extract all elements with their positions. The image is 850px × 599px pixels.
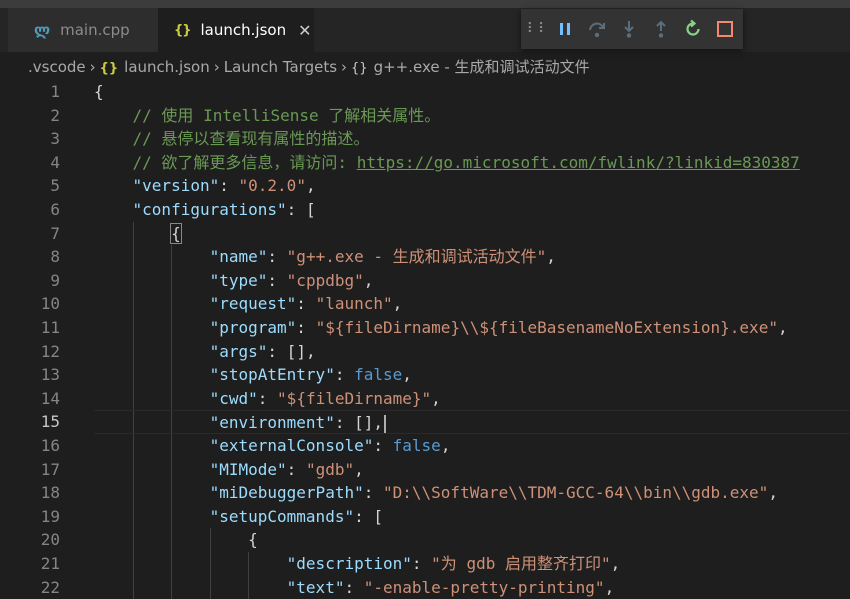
line-number: 5 [50,176,60,196]
tab-label: main.cpp [60,21,130,39]
code-text: "version": "0.2.0", [132,176,316,196]
chevron-right-icon: › [341,58,348,76]
breadcrumb-item[interactable]: g++.exe - 生成和调试活动文件 [374,58,590,76]
line-number: 18 [40,483,60,503]
line-number: 6 [50,200,60,219]
code-text: "environment": [], [94,410,850,434]
code-line[interactable]: 21 "description": "为 gdb 启用整齐打印", [0,552,850,576]
code-text: "externalConsole": false, [94,434,850,458]
code-line[interactable]: 20 { [0,528,850,552]
code-text: // 欲了解更多信息，请访问: https://go.microsoft.com… [132,152,800,172]
code-text: "request": "launch", [94,292,850,316]
stop-icon[interactable] [709,9,741,49]
code-text: "name": "g++.exe - 生成和调试活动文件", [94,245,850,269]
restart-icon[interactable] [677,9,709,49]
line-number: 1 [50,82,60,101]
code-line[interactable]: 11 "program": "${fileDirname}\\${fileBas… [0,316,850,340]
code-text: "text": "-enable-pretty-printing", [94,575,850,599]
code-line[interactable]: 5 "version": "0.2.0", [0,174,850,198]
code-text: { [94,82,104,101]
code-text: "cwd": "${fileDirname}", [94,386,850,411]
code-line[interactable]: 4 // 欲了解更多信息，请访问: https://go.microsoft.c… [0,151,850,175]
breadcrumb-folder[interactable]: .vscode [28,58,86,76]
tab-label: launch.json [200,21,287,39]
code-text: "miDebuggerPath": "D:\\SoftWare\\TDM-GCC… [94,481,850,505]
code-editor[interactable]: 1{2 // 使用 IntelliSense 了解相关属性。 3 // 悬停以查看… [0,80,850,599]
code-text: { [94,221,850,246]
code-line[interactable]: 3 // 悬停以查看现有属性的描述。 [0,127,850,151]
code-line[interactable]: 6 "configurations": [ [0,198,850,222]
tab-main-cpp[interactable]: ლ main.cpp [8,8,158,52]
code-line[interactable]: 16 "externalConsole": false, [0,434,850,458]
json-file-icon: {} [99,61,119,76]
code-line[interactable]: 14 "cwd": "${fileDirname}", [0,386,850,411]
code-text: "configurations": [ [132,200,316,219]
line-number: 11 [40,318,60,337]
code-line[interactable]: 9 "type": "cppdbg", [0,268,850,293]
breadcrumb-section[interactable]: Launch Targets [224,58,337,76]
step-out-icon[interactable] [645,9,677,49]
line-number: 12 [40,341,60,361]
code-text: "setupCommands": [ [94,504,850,529]
code-text: "program": "${fileDirname}\\${fileBasena… [94,316,850,340]
window-top-strip [0,0,850,8]
code-text: "description": "为 gdb 启用整齐打印", [94,552,850,576]
code-text: { [94,528,850,552]
code-line[interactable]: 18 "miDebuggerPath": "D:\\SoftWare\\TDM-… [0,481,850,505]
code-line[interactable]: 17 "MIMode": "gdb", [0,457,850,482]
breadcrumb-file[interactable]: launch.json [124,58,210,76]
code-text: "args": [], [94,339,850,364]
chevron-right-icon: › [213,58,220,76]
code-line[interactable]: 8 "name": "g++.exe - 生成和调试活动文件", [0,245,850,269]
chevron-right-icon: › [89,58,96,76]
line-number: 7 [50,223,60,243]
line-number: 22 [40,577,60,597]
code-text: "stopAtEntry": false, [94,363,850,387]
step-into-icon[interactable] [613,9,645,49]
line-number: 14 [40,388,60,408]
code-line[interactable]: 2 // 使用 IntelliSense 了解相关属性。 [0,104,850,128]
code-line[interactable]: 22 "text": "-enable-pretty-printing", [0,575,850,599]
line-number: 2 [50,105,60,125]
code-text: "type": "cppdbg", [94,268,850,293]
text-cursor [384,414,387,433]
cpp-file-icon: ლ [34,21,51,39]
line-number: 9 [50,270,60,290]
pause-icon[interactable] [549,9,581,49]
close-tab-icon[interactable]: ✕ [298,21,311,40]
step-over-icon[interactable] [581,9,613,49]
line-number: 20 [40,530,60,550]
code-line[interactable]: 12 "args": [], [0,339,850,364]
line-number: 8 [50,247,60,267]
json-file-icon: {} [174,22,191,38]
code-line[interactable]: 15 "environment": [], [0,410,850,434]
line-number: 17 [40,459,60,479]
line-number: 13 [40,365,60,385]
code-text: // 悬停以查看现有属性的描述。 [132,129,370,149]
code-line[interactable]: 19 "setupCommands": [ [0,504,850,529]
line-number: 3 [50,129,60,149]
code-line[interactable]: 7 { [0,221,850,246]
code-text: "MIMode": "gdb", [94,457,850,482]
line-number: 16 [40,436,60,455]
line-number: 15 [40,412,60,432]
breadcrumb: .vscode ›{} launch.json › Launch Targets ›{} g… [28,56,590,78]
code-line[interactable]: 13 "stopAtEntry": false, [0,363,850,387]
line-number: 21 [40,554,60,573]
json-object-icon: {} [351,61,368,76]
code-line[interactable]: 10 "request": "launch", [0,292,850,316]
line-number: 4 [50,152,60,172]
debug-toolbar: ⠇⠇ [521,9,743,49]
tab-launch-json[interactable]: {} launch.json ✕ [158,8,314,52]
line-number: 19 [40,506,60,526]
code-text: // 使用 IntelliSense 了解相关属性。 [132,105,441,125]
code-line[interactable]: 1{ [0,80,850,104]
line-number: 10 [40,294,60,314]
